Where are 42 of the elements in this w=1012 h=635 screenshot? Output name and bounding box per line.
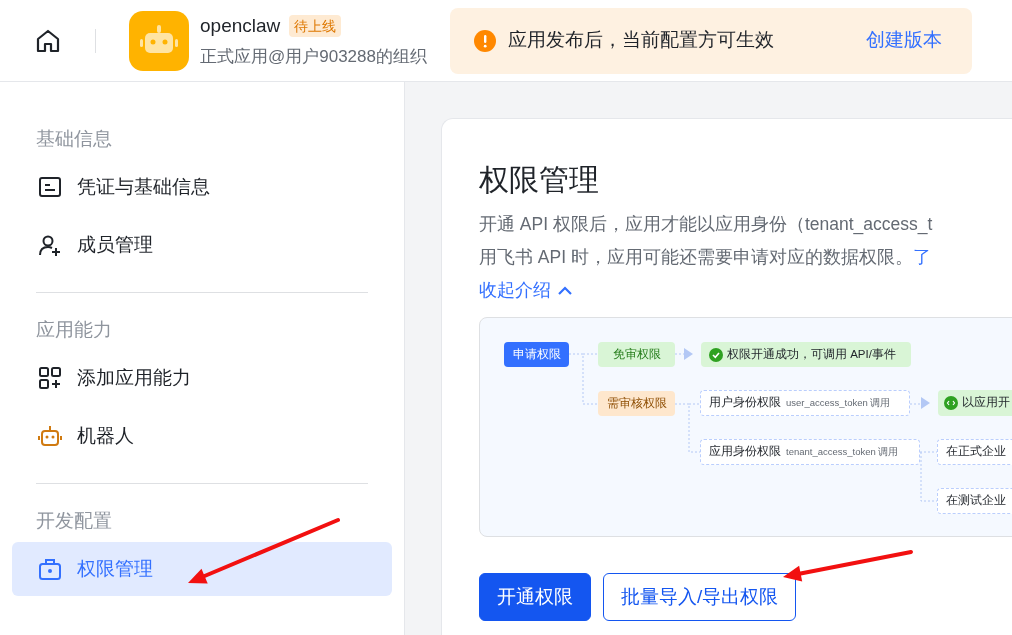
description-text: 开通 API 权限后，应用才能以应用身份（tenant_access_t bbox=[479, 213, 934, 237]
code-circle-icon bbox=[944, 396, 958, 410]
collapse-intro-link[interactable]: 收起介绍 bbox=[479, 274, 573, 307]
status-badge: 待上线 bbox=[289, 15, 342, 38]
add-user-icon bbox=[38, 233, 62, 257]
sidebar-item[interactable]: 权限管理 bbox=[12, 542, 392, 596]
description-text: 用飞书 API 时，应用可能还需要申请对应的数据权限。了 bbox=[479, 246, 932, 269]
flow-node: 需审核权限 bbox=[598, 391, 675, 416]
briefcase-icon bbox=[38, 557, 62, 581]
arrow-icon bbox=[684, 348, 693, 360]
app-name: openclaw bbox=[200, 14, 281, 38]
sidebar-item[interactable]: 成员管理 bbox=[12, 218, 392, 272]
organization-name: 正式应用@用户903288的组织 bbox=[200, 45, 427, 68]
arrow-icon bbox=[921, 397, 930, 409]
flow-node: 在测试企业 bbox=[937, 488, 1012, 514]
flow-node: 免审权限 bbox=[598, 342, 675, 367]
create-version-link[interactable]: 创建版本 bbox=[866, 26, 942, 55]
notice-text: 应用发布后，当前配置方可生效 bbox=[508, 28, 774, 53]
sidebar-item[interactable]: 添加应用能力 bbox=[12, 351, 392, 405]
flow-node: 申请权限 bbox=[504, 342, 569, 367]
robot-icon bbox=[38, 424, 62, 448]
sidebar-item[interactable]: 机器人 bbox=[12, 409, 392, 463]
flow-node: 权限开通成功，可调用 API/事件 bbox=[701, 342, 911, 367]
sidebar-item[interactable]: 凭证与基础信息 bbox=[12, 160, 392, 214]
enable-permission-button[interactable]: 开通权限 bbox=[479, 573, 591, 621]
flow-node: 用户身份权限 user_access_token 调用 bbox=[700, 390, 910, 416]
check-circle-icon bbox=[709, 347, 723, 362]
connector-line bbox=[674, 353, 686, 355]
warning-icon bbox=[474, 29, 496, 52]
robot-logo-icon bbox=[129, 10, 189, 71]
add-grid-icon bbox=[38, 366, 62, 390]
page-title: 权限管理 bbox=[479, 162, 600, 198]
section-heading: 基础信息 bbox=[35, 126, 113, 151]
import-export-button[interactable]: 批量导入/导出权限 bbox=[603, 573, 797, 621]
section-heading: 应用能力 bbox=[35, 317, 113, 342]
section-heading: 开发配置 bbox=[35, 508, 113, 533]
flow-node: 在正式企业 bbox=[937, 439, 1012, 465]
flow-node: 以应用开 bbox=[938, 390, 1012, 416]
learn-more-link[interactable]: 了 bbox=[912, 247, 931, 267]
flow-node: 应用身份权限 tenant_access_token 调用 bbox=[700, 439, 920, 465]
connector-line bbox=[909, 403, 921, 405]
id-card-icon bbox=[38, 175, 62, 199]
